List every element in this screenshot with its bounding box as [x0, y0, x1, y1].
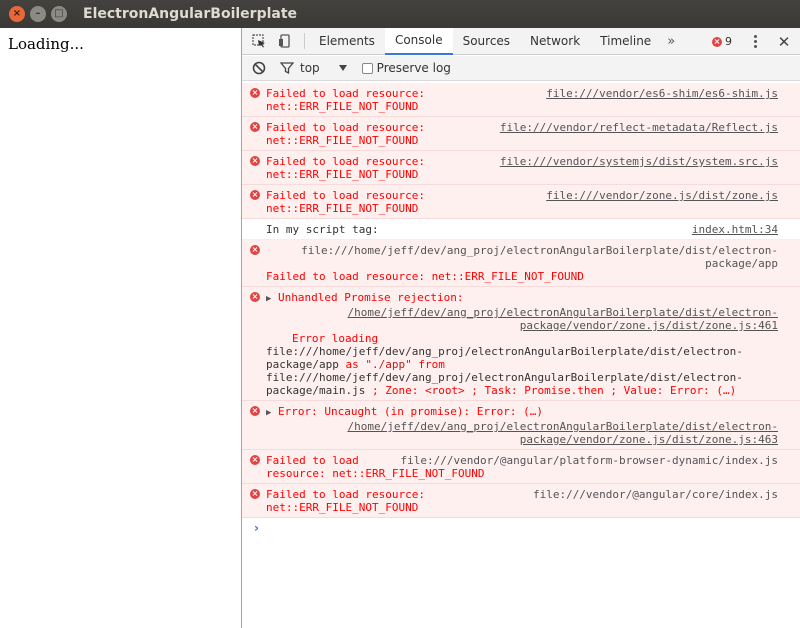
console-prompt[interactable]: ›: [242, 518, 800, 535]
checkbox-box[interactable]: [361, 62, 373, 74]
resource-path: package/app: [705, 257, 778, 270]
error-icon: ×: [250, 88, 260, 98]
source-link[interactable]: file:///vendor/es6-shim/es6-shim.js: [546, 87, 778, 100]
source-link[interactable]: file:///vendor/systemjs/dist/system.src.…: [500, 155, 778, 168]
toolbar-divider: [304, 33, 305, 49]
console-error-message: × file:///vendor/es6-shim/es6-shim.js Fa…: [242, 83, 800, 117]
tab-sources[interactable]: Sources: [453, 28, 520, 55]
message-text: as: [338, 358, 366, 371]
app-page: Loading...: [0, 28, 241, 628]
console-error-message: × file:///vendor/reflect-metadata/Reflec…: [242, 117, 800, 151]
console-error-message: × file:///vendor/zone.js/dist/zone.js Fa…: [242, 185, 800, 219]
message-text: from: [411, 358, 445, 371]
expand-triangle-icon[interactable]: ▶: [266, 408, 271, 418]
message-text: net::ERR_FILE_NOT_FOUND: [266, 168, 419, 181]
message-text: net::ERR_FILE_NOT_FOUND: [266, 100, 419, 113]
window-maximize-button[interactable]: □: [51, 6, 67, 22]
error-icon: ×: [250, 455, 260, 465]
source-link[interactable]: file:///vendor/reflect-metadata/Reflect.…: [500, 121, 778, 134]
loading-text: Loading...: [8, 35, 84, 53]
error-icon: ×: [250, 489, 260, 499]
console-error-message: × ▶ Error: Uncaught (in promise): Error:…: [242, 401, 800, 450]
error-icon: ×: [250, 292, 260, 302]
resource-path: file:///vendor/@angular/core/index.js: [532, 488, 778, 501]
message-text[interactable]: Unhandled Promise rejection:: [278, 291, 463, 304]
context-selector[interactable]: top: [300, 61, 320, 75]
error-icon: ×: [250, 122, 260, 132]
filter-icon[interactable]: [280, 61, 294, 75]
console-log-message: index.html:34 In my script tag:: [242, 219, 800, 240]
message-text[interactable]: Error: Uncaught (in promise): Error: (…): [278, 405, 543, 418]
chevron-down-icon[interactable]: [338, 64, 348, 72]
console-toolbar: top Preserve log: [242, 56, 800, 81]
message-text: resource: net::ERR_FILE_NOT_FOUND: [266, 467, 485, 480]
message-text: Failed to load resource: net::ERR_FILE_N…: [266, 270, 584, 283]
inspect-element-icon[interactable]: [246, 28, 272, 55]
devtools-panel: Elements Console Sources Network Timelin…: [241, 27, 800, 628]
message-text: ; Zone: <root> ; Task: Promise.then ; Va…: [365, 384, 737, 397]
source-link[interactable]: file:///vendor/zone.js/dist/zone.js: [546, 189, 778, 202]
window-minimize-button[interactable]: –: [30, 6, 46, 22]
devtools-tabbar: Elements Console Sources Network Timelin…: [242, 27, 800, 55]
source-link[interactable]: package/vendor/zone.js/dist/zone.js:463: [266, 433, 778, 446]
source-link[interactable]: index.html:34: [692, 223, 778, 236]
console-error-message: × file:///home/jeff/dev/ang_proj/electro…: [242, 240, 800, 287]
device-mode-icon[interactable]: [272, 28, 298, 55]
error-count: 9: [725, 35, 732, 48]
close-devtools-button[interactable]: ✕: [774, 33, 794, 51]
source-link[interactable]: /home/jeff/dev/ang_proj/electronAngularB…: [266, 306, 778, 319]
message-text: package/app: [266, 358, 339, 371]
error-icon: ×: [250, 406, 260, 416]
message-text: net::ERR_FILE_NOT_FOUND: [266, 501, 419, 514]
console-error-message: × ▶ Unhandled Promise rejection: /home/j…: [242, 287, 800, 401]
window-close-button[interactable]: ×: [9, 6, 25, 22]
error-icon: ×: [712, 36, 722, 47]
error-icon: ×: [250, 156, 260, 166]
more-tabs-button[interactable]: »: [661, 28, 681, 55]
source-link[interactable]: package/vendor/zone.js/dist/zone.js:461: [266, 319, 778, 332]
error-count-badge[interactable]: × 9: [712, 35, 732, 48]
console-error-message: × file:///vendor/@angular/platform-brows…: [242, 450, 800, 484]
message-text: file:///home/jeff/dev/ang_proj/electronA…: [266, 345, 743, 358]
window-titlebar: × – □ ElectronAngularBoilerplate: [0, 0, 800, 28]
console-output: × file:///vendor/es6-shim/es6-shim.js Fa…: [242, 83, 800, 628]
clear-console-icon[interactable]: [252, 61, 266, 75]
console-error-message: × file:///vendor/@angular/core/index.js …: [242, 484, 800, 518]
resource-path: file:///vendor/@angular/platform-browser…: [400, 454, 779, 467]
tab-timeline[interactable]: Timeline: [590, 28, 661, 55]
tab-network[interactable]: Network: [520, 28, 590, 55]
console-error-message: × file:///vendor/systemjs/dist/system.sr…: [242, 151, 800, 185]
preserve-log-label: Preserve log: [376, 61, 451, 75]
error-icon: ×: [250, 190, 260, 200]
customize-menu-icon[interactable]: [744, 35, 766, 48]
tab-elements[interactable]: Elements: [309, 28, 385, 55]
expand-triangle-icon[interactable]: ▶: [266, 294, 271, 304]
tab-console[interactable]: Console: [384, 27, 453, 55]
message-string: "./app": [365, 358, 412, 371]
window-title: ElectronAngularBoilerplate: [83, 6, 298, 22]
resource-path: file:///home/jeff/dev/ang_proj/electronA…: [301, 244, 778, 257]
message-text: net::ERR_FILE_NOT_FOUND: [266, 134, 419, 147]
message-text: Error loading: [292, 332, 379, 345]
message-text: package/main.js: [266, 384, 366, 397]
source-link[interactable]: /home/jeff/dev/ang_proj/electronAngularB…: [266, 420, 778, 433]
preserve-log-checkbox[interactable]: Preserve log: [361, 61, 451, 75]
error-icon: ×: [250, 245, 260, 255]
message-text: file:///home/jeff/dev/ang_proj/electronA…: [266, 371, 743, 384]
message-text: net::ERR_FILE_NOT_FOUND: [266, 202, 419, 215]
